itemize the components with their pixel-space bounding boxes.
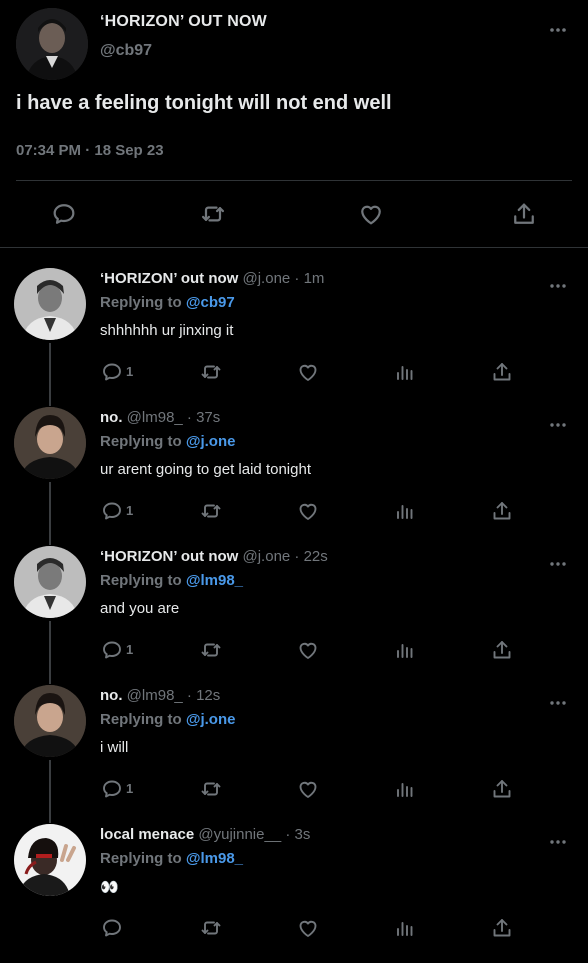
speech-bubble-icon[interactable] (100, 777, 124, 801)
reply-header: no. @lm98_ · 37s (100, 409, 220, 426)
share-upload-icon[interactable] (490, 638, 514, 662)
retweet-arrows-icon[interactable] (199, 916, 223, 940)
replying-to-line: Replying to @lm98_ (100, 850, 243, 867)
heart-icon[interactable] (296, 777, 320, 801)
bar-chart-icon[interactable] (393, 499, 417, 523)
reply-header: no. @lm98_ · 12s (100, 687, 220, 704)
more-dots-icon[interactable] (548, 693, 568, 713)
replying-to-label: Replying to (100, 294, 182, 311)
reply-handle-time[interactable]: @lm98_ · 12s (127, 687, 221, 704)
replying-to-mention[interactable]: @lm98_ (186, 850, 243, 867)
reply-count: 1 (126, 781, 134, 796)
share-upload-icon[interactable] (490, 499, 514, 523)
reply-count: 1 (126, 503, 134, 518)
heart-icon[interactable] (296, 916, 320, 940)
replying-to-label: Replying to (100, 850, 182, 867)
share-upload-icon[interactable] (490, 777, 514, 801)
avatar[interactable] (14, 824, 86, 896)
reply-text: ur arent going to get laid tonight (100, 461, 311, 478)
avatar[interactable] (14, 546, 86, 618)
reply-header: ‘HORIZON’ out now @j.one · 1m (100, 270, 324, 287)
more-dots-icon[interactable] (548, 20, 568, 40)
more-dots-icon[interactable] (548, 415, 568, 435)
replying-to-mention[interactable]: @j.one (186, 711, 236, 728)
replying-to-line: Replying to @lm98_ (100, 572, 243, 589)
reply-count: 1 (126, 642, 134, 657)
reply-tweet[interactable]: no. @lm98_ · 12s Replying to @j.one i wi… (0, 685, 588, 824)
replying-to-label: Replying to (100, 711, 182, 728)
heart-icon[interactable] (296, 638, 320, 662)
retweet-arrows-icon[interactable] (199, 200, 227, 228)
speech-bubble-icon[interactable] (100, 916, 124, 940)
more-dots-icon[interactable] (548, 832, 568, 852)
more-dots-icon[interactable] (548, 554, 568, 574)
main-tweet-text: i have a feeling tonight will not end we… (16, 92, 392, 114)
reply-author-name[interactable]: no. (100, 409, 123, 426)
divider (16, 180, 572, 181)
reply-handle-time[interactable]: @yujinnie__ · 3s (198, 826, 310, 843)
heart-icon[interactable] (357, 200, 385, 228)
reply-handle-time[interactable]: @lm98_ · 37s (127, 409, 221, 426)
retweet-arrows-icon[interactable] (199, 777, 223, 801)
replying-to-label: Replying to (100, 572, 182, 589)
reply-text: and you are (100, 600, 180, 617)
reply-handle-time[interactable]: @j.one · 22s (243, 548, 328, 565)
reply-text: i will (100, 739, 129, 756)
main-tweet-author-handle[interactable]: @cb97 (100, 42, 152, 60)
main-tweet-timestamp[interactable]: 07:34 PM · 18 Sep 23 (16, 142, 164, 159)
reply-count: 1 (126, 364, 134, 379)
bar-chart-icon[interactable] (393, 638, 417, 662)
heart-icon[interactable] (296, 360, 320, 384)
reply-author-name[interactable]: no. (100, 687, 123, 704)
retweet-arrows-icon[interactable] (199, 360, 223, 384)
reply-text: shhhhhh ur jinxing it (100, 322, 234, 339)
main-tweet-actions (0, 192, 588, 236)
main-tweet-author-name[interactable]: ‘HORIZON’ OUT NOW (100, 13, 267, 31)
replying-to-line: Replying to @j.one (100, 711, 235, 728)
retweet-arrows-icon[interactable] (199, 499, 223, 523)
replying-to-mention[interactable]: @cb97 (186, 294, 235, 311)
bar-chart-icon[interactable] (393, 777, 417, 801)
reply-text: 👀 (100, 879, 119, 896)
speech-bubble-icon[interactable] (100, 360, 124, 384)
reply-tweet[interactable]: ‘HORIZON’ out now @j.one · 1m Replying t… (0, 268, 588, 407)
avatar[interactable] (14, 268, 86, 340)
reply-handle-time[interactable]: @j.one · 1m (243, 270, 325, 287)
reply-tweet[interactable]: no. @lm98_ · 37s Replying to @j.one ur a… (0, 407, 588, 546)
reply-header: ‘HORIZON’ out now @j.one · 22s (100, 548, 328, 565)
reply-author-name[interactable]: ‘HORIZON’ out now (100, 270, 238, 287)
share-upload-icon[interactable] (510, 200, 538, 228)
reply-tweet[interactable]: ‘HORIZON’ out now @j.one · 22s Replying … (0, 546, 588, 685)
more-dots-icon[interactable] (548, 276, 568, 296)
speech-bubble-icon[interactable] (50, 200, 78, 228)
bar-chart-icon[interactable] (393, 360, 417, 384)
avatar[interactable] (14, 407, 86, 479)
retweet-arrows-icon[interactable] (199, 638, 223, 662)
share-upload-icon[interactable] (490, 916, 514, 940)
replying-to-label: Replying to (100, 433, 182, 450)
replying-to-line: Replying to @cb97 (100, 294, 235, 311)
replying-to-line: Replying to @j.one (100, 433, 235, 450)
reply-author-name[interactable]: local menace (100, 826, 194, 843)
share-upload-icon[interactable] (490, 360, 514, 384)
reply-tweet[interactable]: local menace @yujinnie__ · 3s Replying t… (0, 824, 588, 963)
speech-bubble-icon[interactable] (100, 499, 124, 523)
main-tweet[interactable]: ‘HORIZON’ OUT NOW @cb97 i have a feeling… (0, 0, 588, 248)
replying-to-mention[interactable]: @lm98_ (186, 572, 243, 589)
heart-icon[interactable] (296, 499, 320, 523)
replying-to-mention[interactable]: @j.one (186, 433, 236, 450)
avatar[interactable] (14, 685, 86, 757)
main-tweet-avatar[interactable] (16, 8, 88, 80)
bar-chart-icon[interactable] (393, 916, 417, 940)
divider (0, 247, 588, 248)
reply-header: local menace @yujinnie__ · 3s (100, 826, 310, 843)
reply-author-name[interactable]: ‘HORIZON’ out now (100, 548, 238, 565)
speech-bubble-icon[interactable] (100, 638, 124, 662)
